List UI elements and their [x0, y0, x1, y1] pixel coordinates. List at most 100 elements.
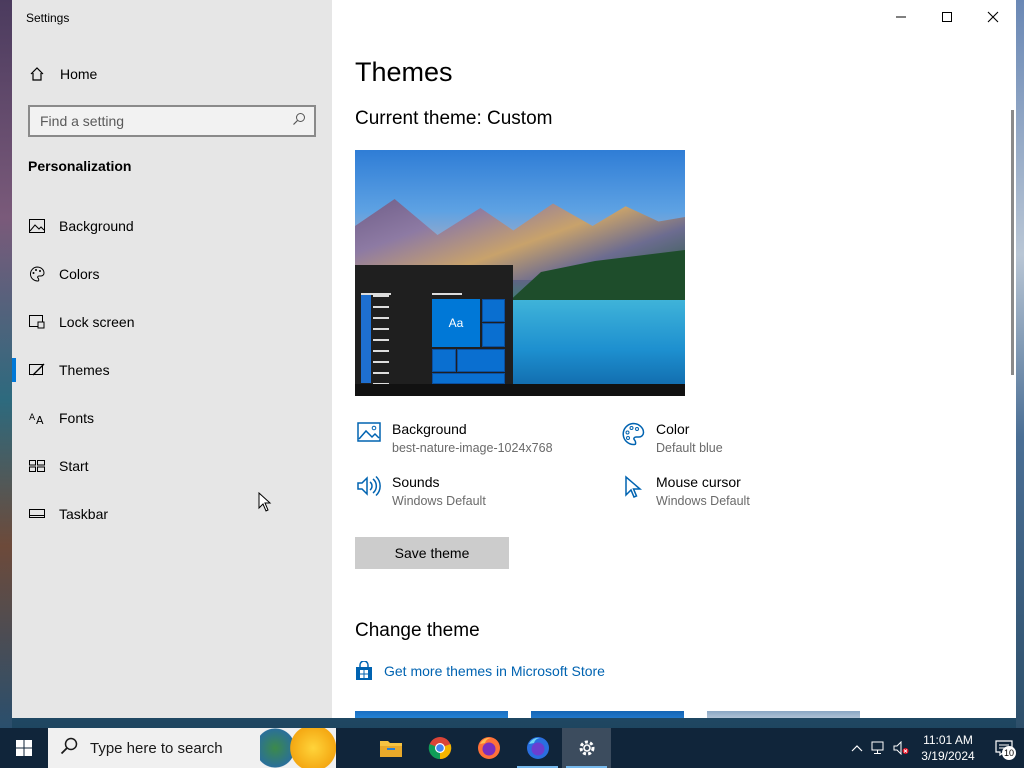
home-label: Home [60, 66, 98, 82]
app-title: Settings [26, 11, 70, 25]
scrollbar[interactable] [1011, 110, 1014, 375]
image-icon [28, 217, 46, 235]
sidebar: Settings Home Personalization Background [12, 0, 332, 718]
mouse-cursor-value: Windows Default [656, 494, 750, 508]
sidebar-item-label: Colors [59, 266, 100, 282]
mouse-cursor-property[interactable]: Mouse cursor Windows Default [619, 473, 750, 511]
find-setting-search[interactable] [28, 105, 316, 137]
sounds-label: Sounds [392, 474, 440, 490]
start-button[interactable] [0, 728, 48, 768]
preview-tile [432, 349, 456, 372]
speaker-icon [355, 473, 383, 501]
taskbar: Type here to search 11:01 AM 3/19/2024 1… [0, 728, 1024, 768]
background-property[interactable]: Background best-nature-image-1024x768 [355, 420, 553, 458]
themes-icon [28, 361, 46, 379]
sidebar-item-background[interactable]: Background [12, 202, 332, 250]
sidebar-item-taskbar[interactable]: Taskbar [12, 490, 332, 538]
palette-icon [28, 265, 46, 283]
sidebar-item-label: Fonts [59, 410, 95, 426]
preview-sidebar-strip [361, 295, 371, 383]
search-icon [60, 737, 78, 760]
preview-tile-aa: Aa [432, 299, 480, 347]
search-input[interactable] [40, 113, 292, 129]
preview-tile [482, 299, 505, 322]
search-icon[interactable] [292, 112, 306, 131]
taskbar-search-box[interactable]: Type here to search [48, 728, 336, 768]
chevron-up-icon[interactable] [846, 728, 868, 768]
desktop-wallpaper-right [1016, 0, 1024, 728]
maximize-button[interactable] [924, 0, 970, 34]
theme-thumbnail[interactable] [355, 711, 508, 718]
palette-icon [619, 420, 647, 448]
save-theme-button[interactable]: Save theme [355, 537, 509, 569]
taskbar-search-placeholder: Type here to search [90, 739, 223, 757]
clock[interactable]: 11:01 AM 3/19/2024 [912, 732, 984, 764]
color-property[interactable]: Color Default blue [619, 420, 723, 458]
system-tray: 11:01 AM 3/19/2024 10 [846, 728, 1024, 768]
svg-text:A: A [29, 413, 36, 423]
fonts-icon: AA [28, 409, 46, 427]
settings-window: Settings Home Personalization Background [12, 0, 1016, 718]
sidebar-item-fonts[interactable]: AA Fonts [12, 394, 332, 442]
file-explorer-icon[interactable] [366, 728, 415, 768]
chrome-icon[interactable] [415, 728, 464, 768]
store-link-label: Get more themes in Microsoft Store [384, 663, 605, 679]
preview-taskbar [355, 384, 685, 396]
sidebar-item-label: Lock screen [59, 314, 135, 330]
page-title: Themes [355, 57, 453, 87]
home-nav-item[interactable]: Home [28, 62, 97, 86]
sidebar-item-start[interactable]: Start [12, 442, 332, 490]
microsoft-store-link[interactable]: Get more themes in Microsoft Store [355, 661, 605, 681]
lock-screen-icon [28, 313, 46, 331]
sounds-property[interactable]: Sounds Windows Default [355, 473, 486, 511]
firefox-icon[interactable] [464, 728, 513, 768]
preview-menu-lines [373, 295, 389, 394]
cursor-icon [619, 473, 647, 501]
notification-count-badge: 10 [1002, 746, 1016, 760]
background-value: best-nature-image-1024x768 [392, 441, 553, 455]
lake-shape [505, 300, 685, 384]
svg-text:A: A [36, 414, 44, 425]
image-icon [355, 420, 383, 448]
home-icon [28, 65, 46, 83]
color-value: Default blue [656, 441, 723, 455]
settings-icon[interactable] [562, 728, 611, 768]
taskbar-icon [28, 505, 46, 523]
taskbar-apps [366, 728, 611, 768]
sidebar-item-label: Taskbar [59, 506, 109, 522]
close-button[interactable] [970, 0, 1016, 34]
volume-muted-icon[interactable] [890, 728, 912, 768]
preview-tile [457, 349, 505, 372]
color-label: Color [656, 421, 690, 437]
mouse-pointer-icon [258, 491, 272, 517]
window-controls [878, 0, 1016, 34]
change-theme-heading: Change theme [355, 620, 480, 641]
clock-time: 11:01 AM [923, 733, 973, 747]
preview-line [432, 293, 462, 295]
start-icon [28, 457, 46, 475]
mouse-cursor-label: Mouse cursor [656, 474, 741, 490]
sounds-value: Windows Default [392, 494, 486, 508]
sidebar-item-label: Background [59, 218, 134, 234]
firefox-dev-icon[interactable] [513, 728, 562, 768]
store-icon [355, 661, 373, 681]
background-label: Background [392, 421, 467, 437]
search-highlight-image [260, 728, 336, 768]
minimize-button[interactable] [878, 0, 924, 34]
nav-list: Background Colors Lock screen Themes A A… [12, 202, 332, 538]
preview-tile [482, 323, 505, 347]
theme-thumbnail[interactable] [531, 711, 684, 718]
windows-logo-icon [16, 740, 32, 756]
current-theme-heading: Current theme: Custom [355, 108, 553, 129]
theme-thumbnail[interactable] [707, 711, 860, 718]
sidebar-item-lock-screen[interactable]: Lock screen [12, 298, 332, 346]
sidebar-item-themes[interactable]: Themes [12, 346, 332, 394]
sidebar-item-label: Start [59, 458, 89, 474]
network-icon[interactable] [868, 728, 890, 768]
sidebar-item-colors[interactable]: Colors [12, 250, 332, 298]
section-title: Personalization [28, 158, 132, 174]
preview-tile [432, 373, 505, 384]
clock-date: 3/19/2024 [921, 749, 975, 763]
action-center-button[interactable]: 10 [984, 728, 1024, 768]
theme-preview-image: Aa [355, 150, 685, 396]
